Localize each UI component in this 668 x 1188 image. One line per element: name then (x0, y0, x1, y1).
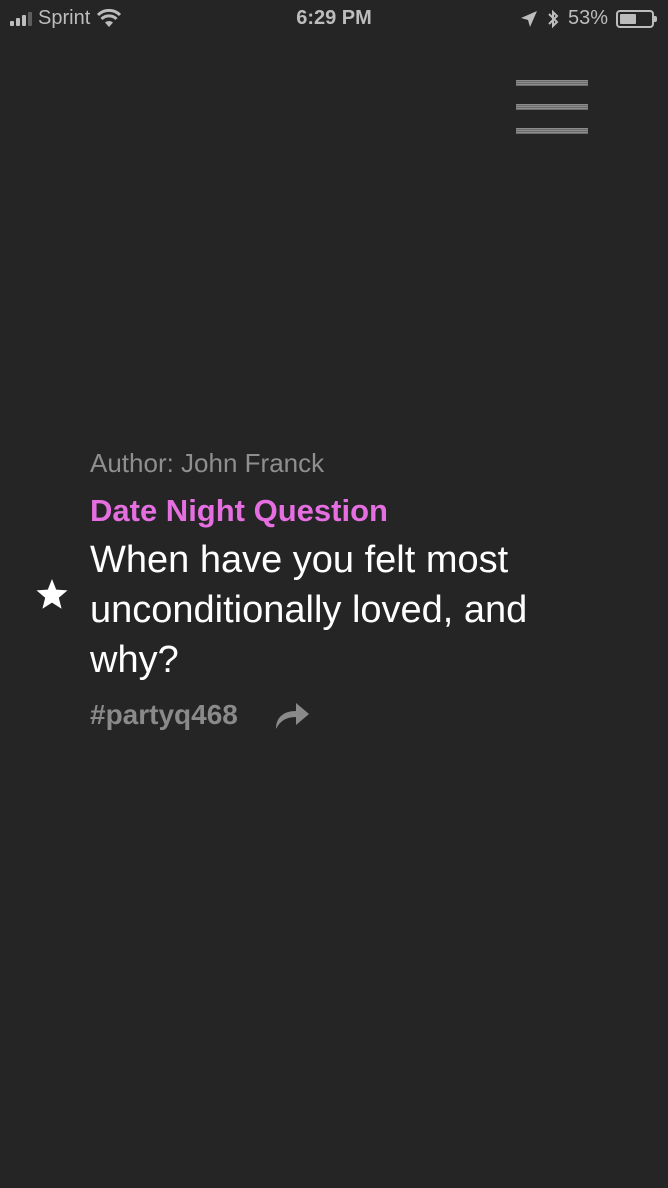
card-footer: #partyq468 (90, 693, 630, 737)
question-text: When have you felt most unconditionally … (90, 539, 528, 681)
menu-line (516, 80, 588, 86)
battery-icon (616, 9, 657, 28)
battery-percent: 53% (567, 7, 608, 29)
author-label: Author: John Franck (90, 448, 325, 478)
star-icon[interactable] (34, 577, 70, 613)
bluetooth-icon (548, 9, 559, 28)
question-card: Author: John Franck Date Night Question … (90, 445, 630, 737)
battery-level-fill (620, 13, 636, 24)
location-arrow-icon (520, 10, 537, 27)
share-arrow-icon[interactable] (272, 697, 312, 733)
menu-line (516, 128, 588, 134)
category-label: Date Night Question (90, 493, 388, 528)
status-right: 53% (520, 7, 657, 30)
status-bar: Sprint 6:29 PM 53% (0, 0, 668, 38)
hamburger-menu-icon[interactable] (514, 76, 590, 140)
menu-line (516, 104, 588, 110)
question-tag: #partyq468 (90, 699, 238, 730)
